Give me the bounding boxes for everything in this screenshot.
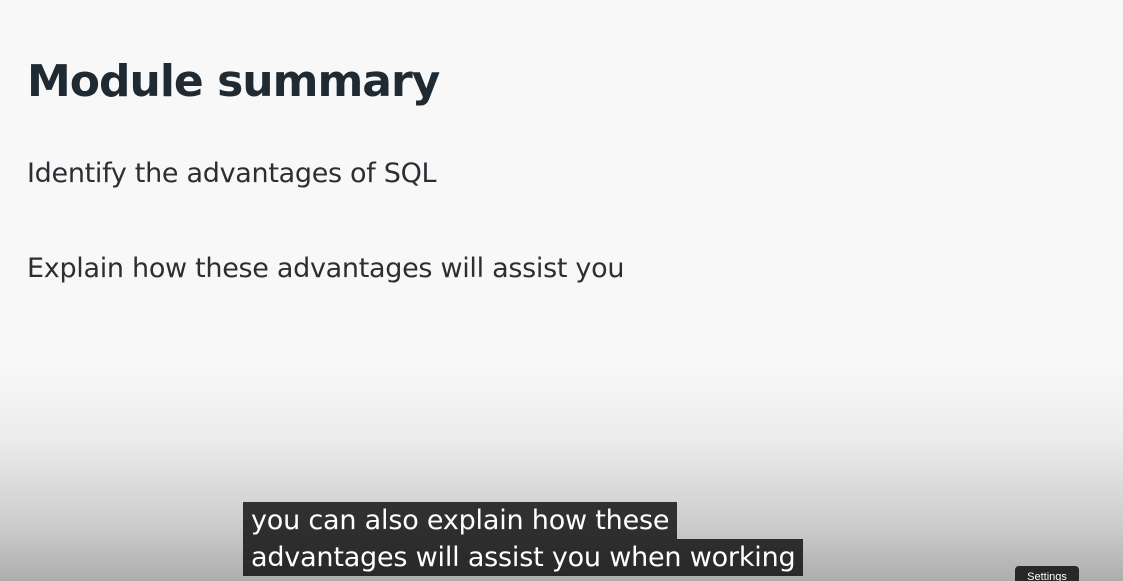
slide-bullet-1: Identify the advantages of SQL	[27, 158, 437, 189]
settings-tooltip: Settings	[1015, 566, 1079, 581]
slide-title: Module summary	[27, 56, 440, 107]
slide-bullet-2: Explain how these advantages will assist…	[27, 253, 625, 284]
captions-window[interactable]: you can also explain how these advantage…	[243, 502, 804, 576]
caption-line-1: you can also explain how these	[243, 502, 678, 539]
video-slide: Module summary Identify the advantages o…	[0, 0, 1123, 581]
video-player[interactable]: Module summary Identify the advantages o…	[0, 0, 1123, 581]
caption-line-2: advantages will assist you when working	[243, 539, 804, 576]
